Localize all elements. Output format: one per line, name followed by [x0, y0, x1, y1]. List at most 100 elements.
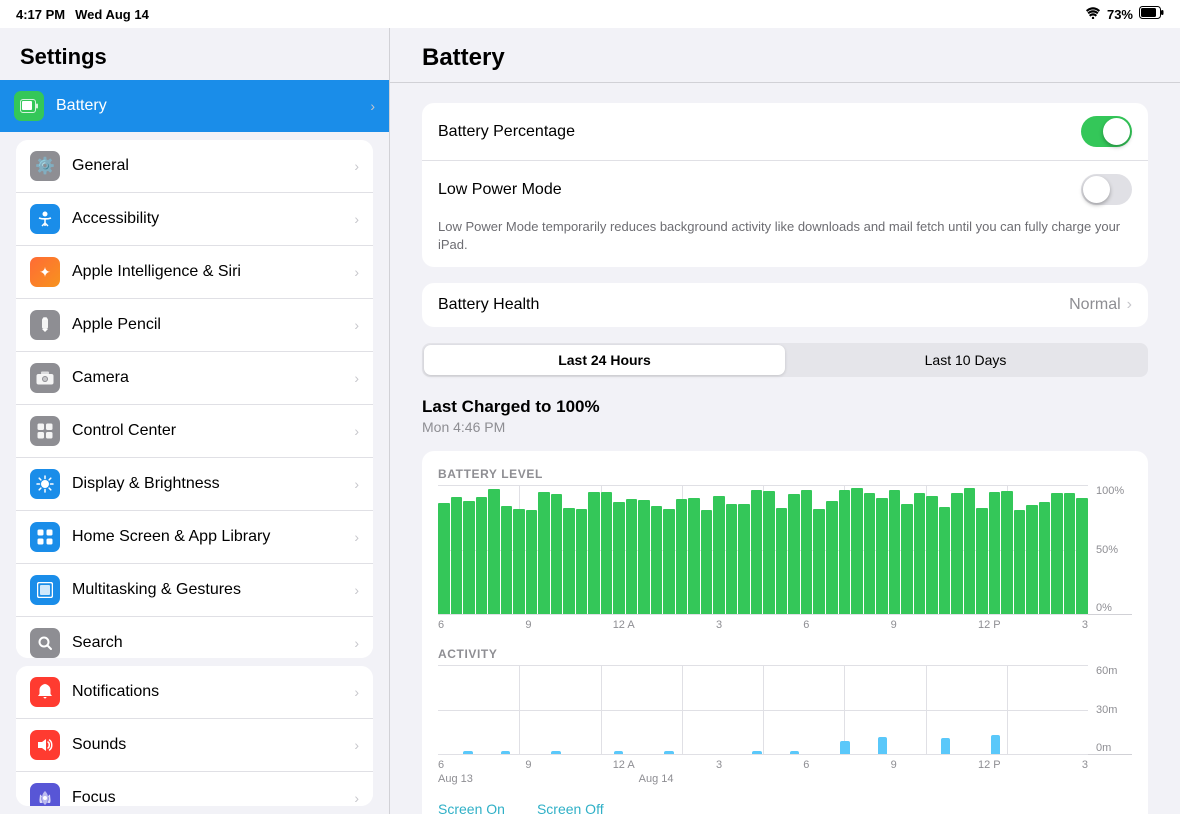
sidebar-item-accessibility[interactable]: Accessibility › — [16, 193, 373, 246]
low-power-mode-toggle[interactable] — [1081, 174, 1132, 205]
battery-bar — [1039, 502, 1051, 615]
y-label-0: 0% — [1096, 602, 1132, 614]
chevron-icon: › — [354, 529, 359, 545]
battery-bar — [576, 509, 588, 614]
battery-bar — [813, 509, 825, 614]
content-title: Battery — [422, 44, 505, 71]
battery-level-card: BATTERY LEVEL 100% 50 — [422, 451, 1148, 814]
battery-bar — [601, 492, 613, 614]
activity-bar — [463, 751, 473, 754]
status-bar-left: 4:17 PM Wed Aug 14 — [16, 7, 149, 22]
y-label-50: 50% — [1096, 544, 1132, 556]
activity-x-labels: 6 9 12 A 3 6 9 12 P 3 — [438, 759, 1132, 771]
sidebar-item-multitasking[interactable]: Multitasking & Gestures › — [16, 564, 373, 617]
activity-bar — [840, 741, 850, 754]
wifi-icon — [1085, 7, 1101, 22]
sidebar-item-sounds[interactable]: Sounds › — [16, 719, 373, 772]
battery-bar — [864, 493, 876, 615]
battery-health-chevron: › — [1127, 296, 1132, 314]
apple-pencil-label: Apple Pencil — [72, 316, 161, 334]
battery-bar — [901, 504, 913, 614]
sidebar-item-battery[interactable]: Battery › — [0, 80, 389, 132]
screen-off-label: Screen Off — [537, 801, 610, 814]
sidebar-item-search[interactable]: Search › — [16, 617, 373, 658]
last-charged-sub: Mon 4:46 PM — [422, 419, 1148, 435]
battery-bar — [763, 491, 775, 614]
activity-bar — [941, 738, 951, 754]
battery-bar — [914, 493, 926, 614]
grid-0 — [438, 614, 1088, 615]
sidebar-title: Settings — [0, 28, 389, 80]
battery-health-card: Battery Health Normal › — [422, 283, 1148, 327]
activity-bar — [991, 735, 1001, 755]
battery-label: Battery — [56, 97, 107, 115]
search-icon — [30, 628, 60, 658]
accessibility-icon — [30, 204, 60, 234]
activity-y-labels: 60m 30m 0m — [1092, 665, 1132, 754]
x-label-2: 12 A — [613, 619, 635, 631]
apple-intelligence-icon: ✦ — [30, 257, 60, 287]
act-x-2: 12 A — [613, 759, 635, 771]
search-label: Search — [72, 634, 123, 652]
battery-bar — [476, 497, 488, 614]
focus-icon — [30, 783, 60, 806]
screen-off-stat: Screen Off 1h 50m — [537, 801, 610, 814]
chevron-icon: › — [354, 476, 359, 492]
activity-bar — [752, 751, 762, 754]
battery-bar — [1014, 510, 1026, 615]
battery-bar — [889, 490, 901, 615]
battery-bar — [1026, 505, 1038, 615]
battery-percentage-label: Battery Percentage — [438, 123, 1081, 141]
sidebar-section-bottom: Notifications › Sounds › — [16, 666, 373, 806]
battery-bar — [964, 488, 976, 614]
segment-btn-24h[interactable]: Last 24 Hours — [424, 345, 785, 375]
usage-stats: Screen On 1m Screen Off 1h 50m — [438, 801, 1132, 814]
sidebar-item-control-center[interactable]: Control Center › — [16, 405, 373, 458]
battery-bar — [588, 492, 600, 615]
act-sub-2: Aug 14 — [639, 773, 674, 785]
battery-bar — [851, 488, 863, 614]
sounds-icon — [30, 730, 60, 760]
act-x-7: 3 — [1082, 759, 1088, 771]
battery-bars — [438, 485, 1088, 614]
sidebar-section-main: ⚙️ General › Accessibility › — [16, 140, 373, 658]
sidebar-item-notifications[interactable]: Notifications › — [16, 666, 373, 719]
battery-bar — [713, 496, 725, 614]
battery-bar — [776, 508, 788, 615]
x-label-1: 9 — [525, 619, 531, 631]
sidebar-item-home-screen[interactable]: Home Screen & App Library › — [16, 511, 373, 564]
sidebar-item-camera[interactable]: Camera › — [16, 352, 373, 405]
battery-bar — [926, 496, 938, 614]
focus-label: Focus — [72, 789, 116, 806]
battery-health-value: Normal — [1069, 296, 1121, 314]
battery-bar — [538, 492, 550, 614]
home-screen-label: Home Screen & App Library — [72, 528, 270, 546]
sidebar-item-apple-intelligence[interactable]: ✦ Apple Intelligence & Siri › — [16, 246, 373, 299]
segment-control[interactable]: Last 24 Hours Last 10 Days — [422, 343, 1148, 377]
sidebar-item-apple-pencil[interactable]: Apple Pencil › — [16, 299, 373, 352]
segment-btn-10d[interactable]: Last 10 Days — [785, 345, 1146, 375]
sidebar-item-focus[interactable]: Focus › — [16, 772, 373, 806]
battery-x-labels: 6 9 12 A 3 6 9 12 P 3 — [438, 619, 1132, 631]
x-label-5: 9 — [891, 619, 897, 631]
battery-health-row[interactable]: Battery Health Normal › — [422, 283, 1148, 327]
status-bar: 4:17 PM Wed Aug 14 73% — [0, 0, 1180, 28]
battery-percentage-row: Battery Percentage — [422, 103, 1148, 161]
x-label-3: 3 — [716, 619, 722, 631]
sidebar-item-general[interactable]: ⚙️ General › — [16, 140, 373, 193]
sidebar-item-display-brightness[interactable]: Display & Brightness › — [16, 458, 373, 511]
battery-bar — [438, 503, 450, 614]
chevron-right-icon: › — [370, 98, 375, 114]
status-date: Wed Aug 14 — [75, 7, 149, 22]
y-label-100: 100% — [1096, 485, 1132, 497]
battery-bar — [751, 490, 763, 615]
activity-x-sublabels: Aug 13 Aug 14 — [438, 773, 1132, 785]
act-x-4: 6 — [803, 759, 809, 771]
battery-percentage-toggle[interactable] — [1081, 116, 1132, 147]
battery-bar — [989, 492, 1001, 614]
chevron-icon: › — [354, 158, 359, 174]
display-brightness-label: Display & Brightness — [72, 475, 220, 493]
general-icon: ⚙️ — [30, 151, 60, 181]
activity-chart: 60m 30m 0m — [438, 665, 1132, 755]
low-power-mode-row: Low Power Mode — [422, 161, 1148, 218]
